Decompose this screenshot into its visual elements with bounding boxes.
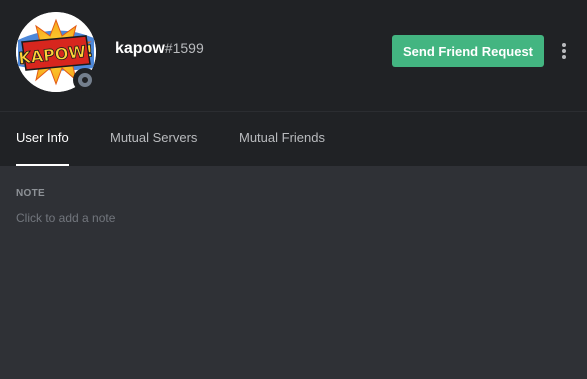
- dot-icon: [562, 49, 566, 53]
- note-input[interactable]: [16, 209, 571, 227]
- send-friend-request-button[interactable]: Send Friend Request: [392, 35, 544, 67]
- more-options-icon[interactable]: [556, 40, 572, 62]
- dot-icon: [562, 55, 566, 59]
- status-offline-icon: [73, 68, 97, 92]
- discriminator: #1599: [164, 40, 204, 56]
- status-ring: [78, 73, 92, 87]
- user-profile-modal: KAPOW! kapow #1599 Send Friend Request U…: [0, 0, 587, 379]
- user-tag: kapow #1599: [115, 40, 204, 58]
- avatar-container[interactable]: KAPOW!: [16, 12, 97, 92]
- username: kapow: [115, 40, 165, 57]
- note-label: NOTE: [16, 188, 45, 199]
- dot-icon: [562, 43, 566, 47]
- tab-mutual-servers[interactable]: Mutual Servers: [110, 112, 197, 166]
- profile-header: KAPOW! kapow #1599 Send Friend Request: [0, 0, 587, 112]
- tab-user-info[interactable]: User Info: [16, 112, 69, 166]
- profile-tabs: User Info Mutual Servers Mutual Friends: [0, 112, 587, 166]
- tab-mutual-friends[interactable]: Mutual Friends: [239, 112, 325, 166]
- user-info-panel: NOTE: [0, 166, 587, 379]
